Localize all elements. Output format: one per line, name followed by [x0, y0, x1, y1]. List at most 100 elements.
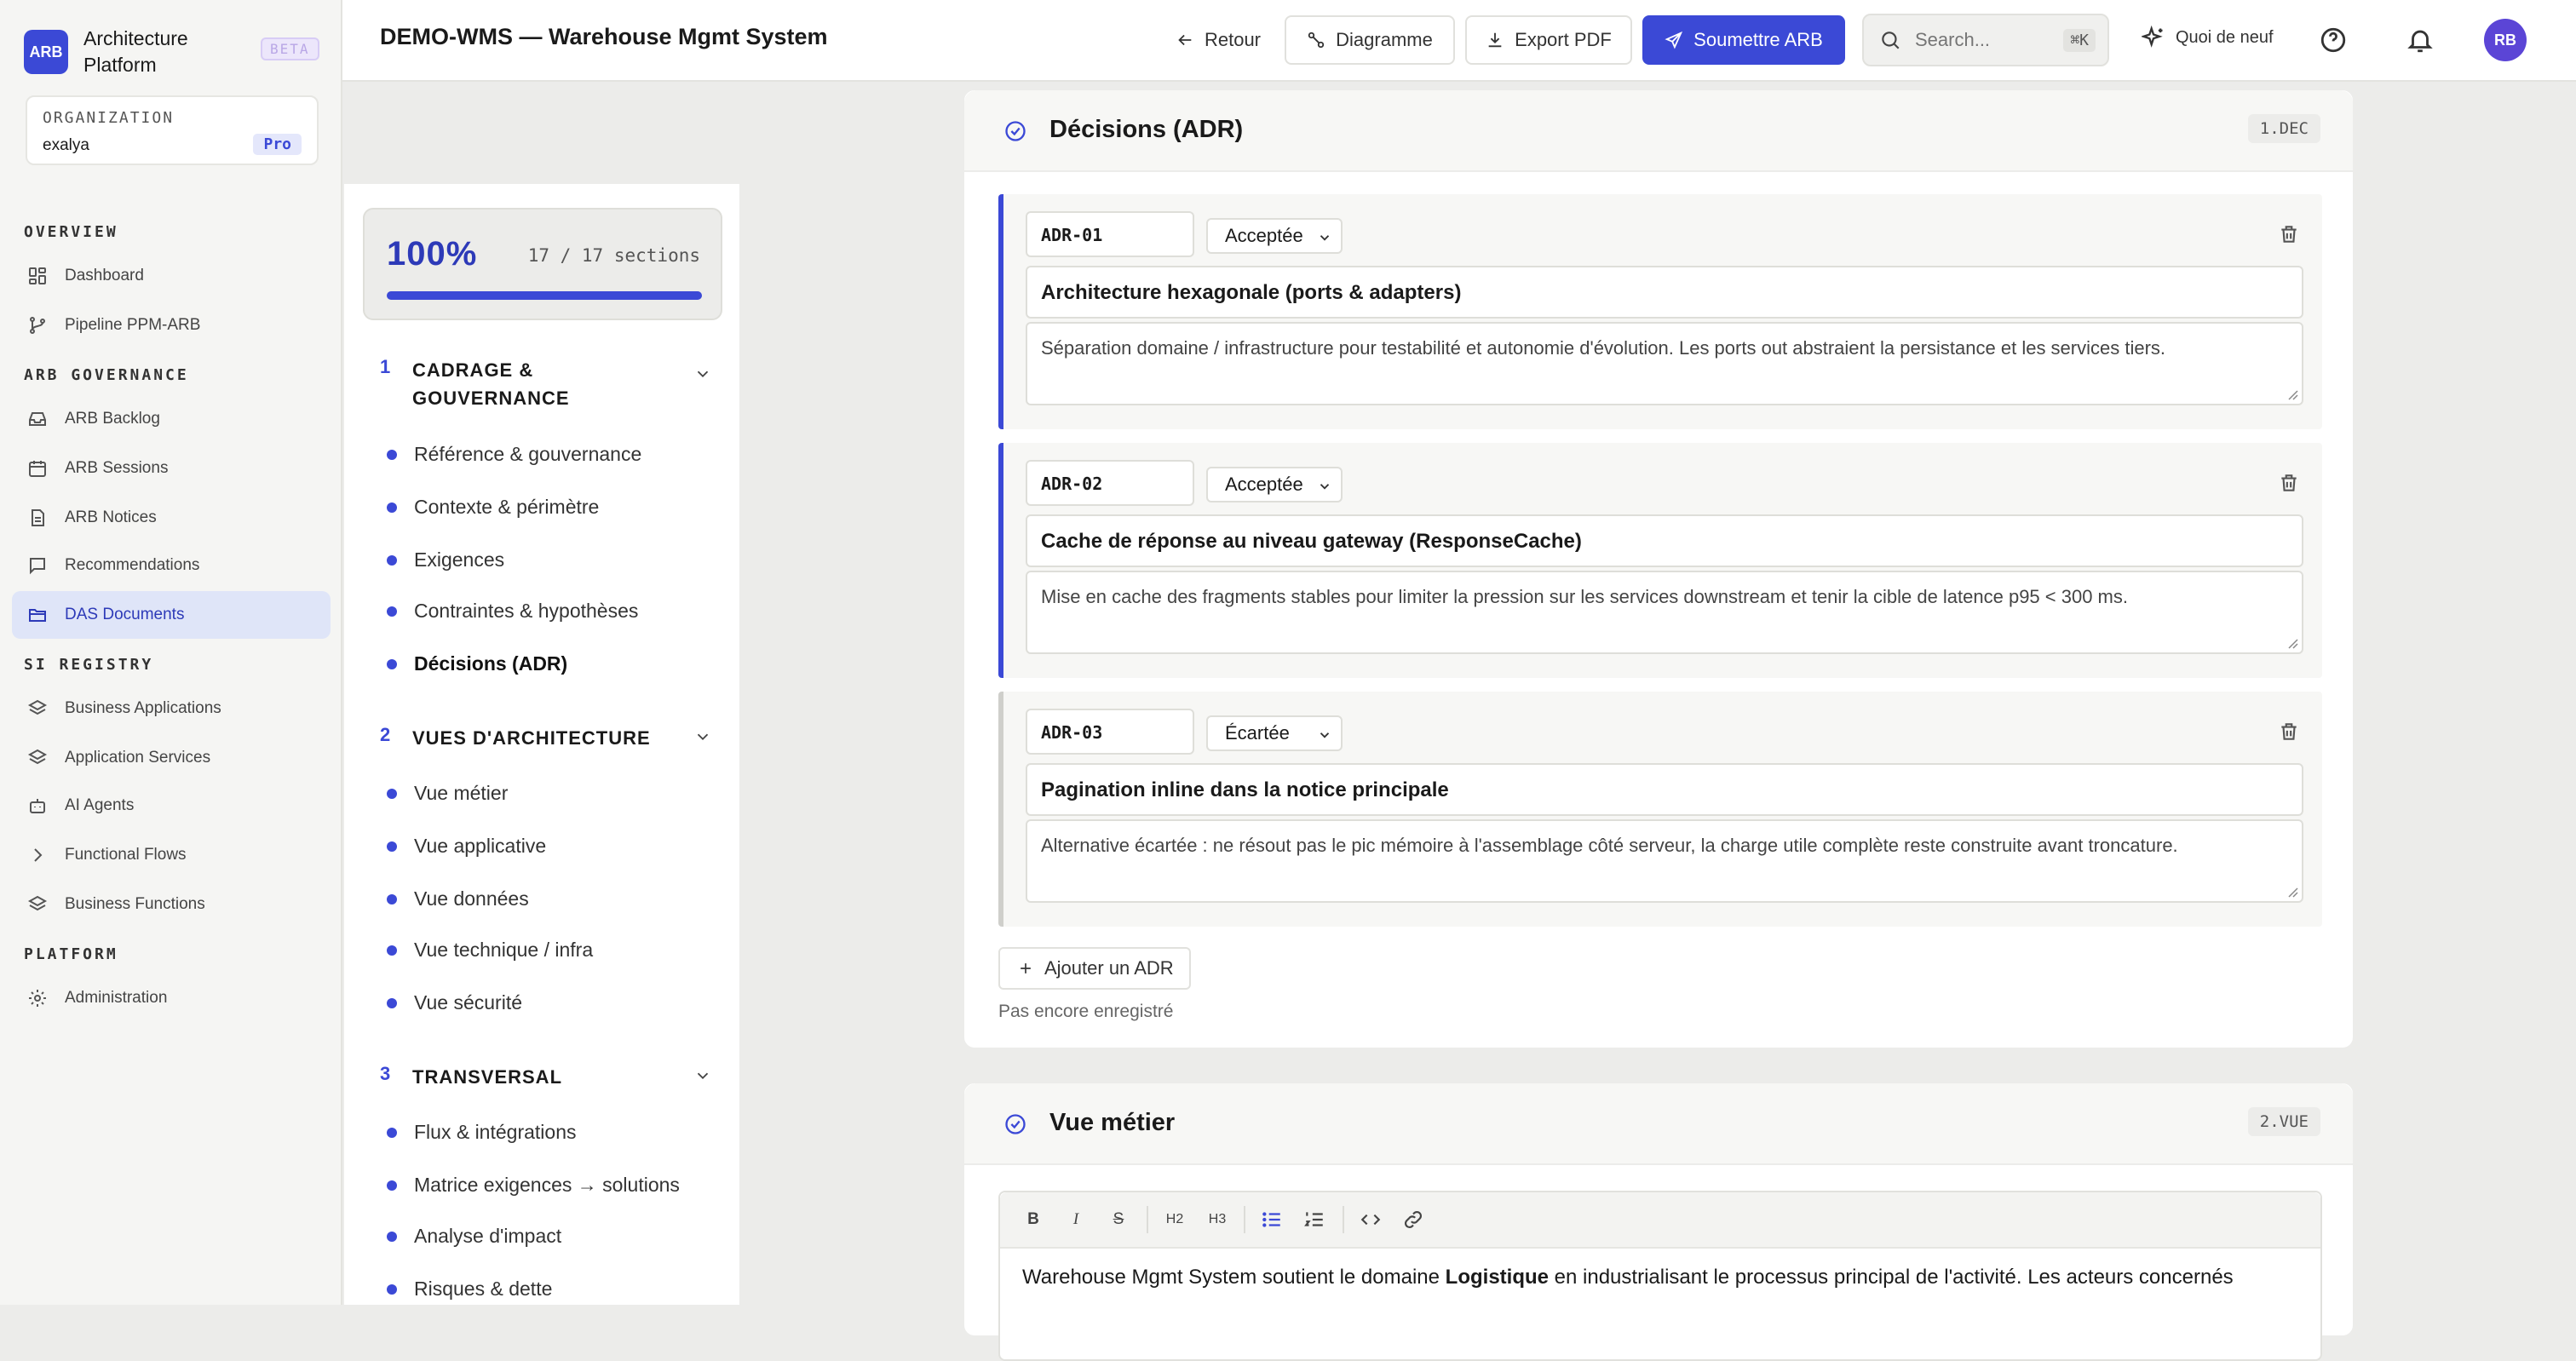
adr-id-field[interactable]: ADR-03: [1026, 709, 1194, 755]
adr-title-field[interactable]: Pagination inline dans la notice princip…: [1026, 763, 2303, 816]
adr-title-field[interactable]: Architecture hexagonale (ports & adapter…: [1026, 266, 2303, 319]
toc-item[interactable]: Risques & dette: [387, 1278, 552, 1301]
trash-icon[interactable]: [2278, 721, 2300, 743]
chevron-down-icon[interactable]: [693, 727, 712, 746]
chevron-down-icon[interactable]: [693, 365, 712, 383]
toc-item[interactable]: Contexte & périmètre: [387, 496, 599, 519]
adr-status-select[interactable]: Acceptée: [1206, 467, 1343, 502]
sidebar-item-arb-backlog[interactable]: ARB Backlog: [12, 395, 331, 443]
link-icon[interactable]: [1402, 1209, 1424, 1231]
trash-icon[interactable]: [2278, 472, 2300, 494]
organization-switcher[interactable]: ORGANIZATION exalya Pro: [26, 95, 319, 165]
adr-status-select[interactable]: Écartée: [1206, 715, 1343, 751]
toc-item[interactable]: Contraintes & hypothèses: [387, 600, 638, 623]
whats-new-button[interactable]: Quoi de neuf: [2142, 26, 2274, 49]
diagram-button[interactable]: Diagramme: [1285, 15, 1455, 65]
bold-button[interactable]: B: [1022, 1209, 1044, 1231]
adr-entry: ADR-01 Acceptée Architecture hexagonale …: [998, 194, 2322, 429]
submit-arb-button[interactable]: Soumettre ARB: [1642, 15, 1845, 65]
editor-text: en industrialisant le processus principa…: [1549, 1266, 2234, 1289]
toc-group-number: 2: [380, 724, 391, 745]
layers-icon: [27, 699, 48, 715]
save-status: Pas encore enregistré: [998, 1002, 1174, 1021]
code-icon[interactable]: [1360, 1209, 1382, 1231]
adr-title-field[interactable]: Cache de réponse au niveau gateway (Resp…: [1026, 514, 2303, 567]
editor-content[interactable]: Warehouse Mgmt System soutient le domain…: [1022, 1266, 2234, 1289]
italic-button[interactable]: I: [1065, 1209, 1087, 1231]
export-pdf-button[interactable]: Export PDF: [1465, 15, 1632, 65]
sidebar-item-pipeline[interactable]: Pipeline PPM-ARB: [12, 301, 331, 349]
rich-text-editor[interactable]: B I S H2 H3 Warehouse Mgmt System soutie…: [998, 1191, 2322, 1361]
toc-group-1[interactable]: 1 CADRAGE & GOUVERNANCE: [380, 356, 712, 412]
search-box[interactable]: ⌘K: [1862, 14, 2109, 66]
bullet-list-icon[interactable]: [1261, 1209, 1283, 1231]
sidebar-item-label: Business Applications: [65, 699, 221, 717]
sidebar-item-recommendations[interactable]: Recommendations: [12, 542, 331, 589]
resize-handle-icon[interactable]: [2286, 637, 2298, 649]
adr-status-value: Acceptée: [1225, 474, 1303, 495]
progress-percent: 100%: [387, 235, 478, 273]
toc-group-number: 1: [380, 356, 391, 377]
sidebar-item-label: DAS Documents: [65, 606, 185, 623]
toc-item[interactable]: Vue métier: [387, 782, 508, 805]
brand[interactable]: ARB Architecture Platform: [24, 26, 228, 78]
sidebar-item-ai-agents[interactable]: AI Agents: [12, 782, 331, 830]
sidebar-item-das-documents[interactable]: DAS Documents: [12, 591, 331, 639]
help-icon[interactable]: [2319, 26, 2348, 55]
adr-id-field[interactable]: ADR-01: [1026, 211, 1194, 257]
toc-group-2[interactable]: 2 VUES D'ARCHITECTURE: [380, 724, 712, 752]
strikethrough-button[interactable]: S: [1107, 1209, 1130, 1231]
bell-icon[interactable]: [2406, 26, 2435, 55]
section-code: 2.VUE: [2247, 1107, 2320, 1136]
business-view-card-header[interactable]: Vue métier 2.VUE: [964, 1083, 2353, 1165]
resize-handle-icon[interactable]: [2286, 886, 2298, 898]
add-adr-button[interactable]: Ajouter un ADR: [998, 947, 1191, 990]
nav-section-platform: PLATFORM: [24, 945, 118, 963]
adr-description-text: Séparation domaine / infrastructure pour…: [1041, 337, 2166, 359]
add-adr-label: Ajouter un ADR: [1044, 957, 1174, 979]
toc-item-current[interactable]: Décisions (ADR): [387, 652, 567, 675]
brand-name: Architecture Platform: [83, 27, 188, 76]
toc-group-3[interactable]: 3 TRANSVERSAL: [380, 1063, 712, 1091]
toc-item[interactable]: Vue applicative: [387, 835, 546, 858]
sidebar-item-application-services[interactable]: Application Services: [12, 734, 331, 782]
layers-icon: [27, 895, 48, 911]
sidebar-item-administration[interactable]: Administration: [12, 974, 331, 1022]
sidebar-item-business-applications[interactable]: Business Applications: [12, 685, 331, 732]
toc-group-title: VUES D'ARCHITECTURE: [412, 727, 651, 749]
sidebar-item-dashboard[interactable]: Dashboard: [12, 252, 331, 300]
heading3-button[interactable]: H3: [1206, 1209, 1228, 1231]
toc-item[interactable]: Référence & gouvernance: [387, 443, 641, 466]
chevron-down-icon[interactable]: [693, 1066, 712, 1085]
adr-description-field[interactable]: Alternative écartée : ne résout pas le p…: [1026, 819, 2303, 903]
adr-status-select[interactable]: Acceptée: [1206, 218, 1343, 254]
adr-id-field[interactable]: ADR-02: [1026, 460, 1194, 506]
editor-text: Warehouse Mgmt System soutient le domain…: [1022, 1266, 1446, 1289]
toc-item[interactable]: Analyse d'impact: [387, 1225, 561, 1248]
heading2-button[interactable]: H2: [1164, 1209, 1186, 1231]
toc-item[interactable]: Matrice exigences → solutions: [387, 1174, 680, 1197]
toc-item[interactable]: Vue données: [387, 887, 529, 910]
sidebar-item-functional-flows[interactable]: Functional Flows: [12, 831, 331, 879]
toc-item[interactable]: Flux & intégrations: [387, 1121, 576, 1144]
resize-handle-icon[interactable]: [2286, 388, 2298, 400]
toc-item[interactable]: Exigences: [387, 548, 504, 571]
sidebar-item-arb-sessions[interactable]: ARB Sessions: [12, 445, 331, 492]
plan-badge: Pro: [253, 134, 302, 155]
back-button[interactable]: Retour: [1160, 15, 1276, 65]
avatar[interactable]: RB: [2484, 19, 2527, 61]
nav-section-governance: ARB GOVERNANCE: [24, 366, 189, 384]
adr-description-field[interactable]: Séparation domaine / infrastructure pour…: [1026, 322, 2303, 405]
search-input[interactable]: [1913, 28, 2041, 52]
sidebar-item-business-functions[interactable]: Business Functions: [12, 881, 331, 928]
toc-item[interactable]: Vue technique / infra: [387, 939, 593, 962]
sidebar-item-arb-notices[interactable]: ARB Notices: [12, 494, 331, 542]
brand-logo: ARB: [24, 30, 68, 74]
progress-bar: [387, 291, 702, 300]
toc-item[interactable]: Vue sécurité: [387, 991, 522, 1014]
adr-description-field[interactable]: Mise en cache des fragments stables pour…: [1026, 571, 2303, 654]
numbered-list-icon[interactable]: [1303, 1209, 1325, 1231]
trash-icon[interactable]: [2278, 223, 2300, 245]
decisions-card: Décisions (ADR) 1.DEC ADR-01 Acceptée Ar…: [963, 89, 2355, 1049]
decisions-card-header[interactable]: Décisions (ADR) 1.DEC: [964, 90, 2353, 172]
